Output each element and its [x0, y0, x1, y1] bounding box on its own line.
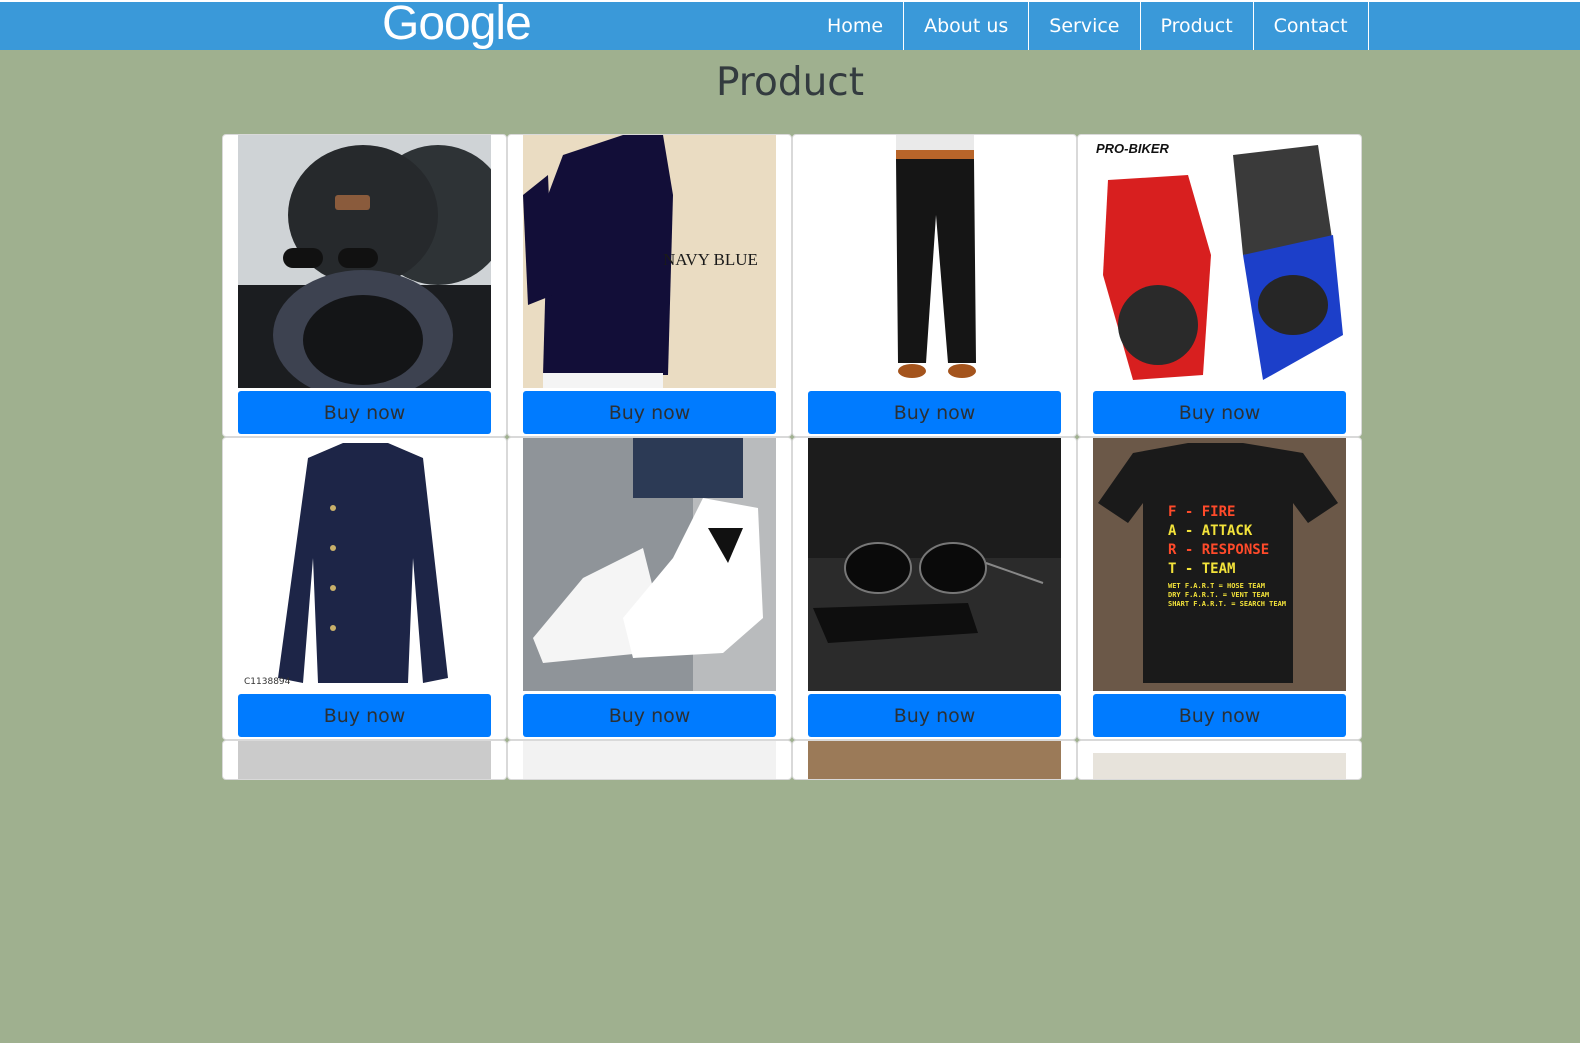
product-image-tshirt[interactable]: F - FIRE A - ATTACK R - RESPONSE T - TEAM WE… — [1093, 438, 1346, 691]
kurta-image-text: NAVY BLUE — [663, 250, 758, 269]
product-card: C1138894 Buy now — [222, 437, 507, 740]
product-image[interactable] — [238, 741, 491, 779]
product-image-sunglasses[interactable] — [808, 438, 1061, 691]
main-nav: Home About us Service Product Contact — [807, 2, 1369, 50]
buy-now-button[interactable]: Buy now — [238, 391, 491, 434]
product-image-sneakers[interactable] — [523, 438, 776, 691]
tshirt-text-line: DRY F.A.R.T. = VENT TEAM — [1168, 591, 1269, 599]
nav-service[interactable]: Service — [1028, 2, 1139, 50]
gloves-brand-text: PRO-BIKER — [1096, 141, 1170, 156]
page-title: Product — [715, 60, 865, 105]
tshirt-text-line: A - ATTACK — [1168, 523, 1253, 539]
product-image[interactable] — [523, 741, 776, 779]
nav-contact[interactable]: Contact — [1252, 2, 1368, 50]
product-card — [222, 740, 507, 780]
brand-logo[interactable]: Google — [382, 0, 532, 52]
buy-now-button[interactable]: Buy now — [238, 694, 491, 737]
nav-about-us[interactable]: About us — [903, 2, 1028, 50]
product-card — [507, 740, 792, 780]
tshirt-text-line: SHART F.A.R.T. = SEARCH TEAM — [1168, 600, 1286, 608]
product-card: F - FIRE A - ATTACK R - RESPONSE T - TEAM WE… — [1077, 437, 1362, 740]
tshirt-text-line: WET F.A.R.T = HOSE TEAM — [1168, 582, 1265, 590]
tshirt-text-line: F - FIRE — [1168, 504, 1235, 520]
nav-home[interactable]: Home — [807, 2, 903, 50]
buy-now-button[interactable]: Buy now — [1093, 694, 1346, 737]
product-card: Buy now — [792, 437, 1077, 740]
product-card — [1077, 740, 1362, 780]
shirt-image-text: C1138894 — [244, 677, 291, 687]
product-card — [792, 740, 1077, 780]
product-image-trousers[interactable] — [808, 135, 1061, 388]
tshirt-text-line: T - TEAM — [1168, 561, 1235, 577]
nav-product[interactable]: Product — [1139, 2, 1253, 50]
product-card: Buy now — [792, 134, 1077, 437]
top-navbar: Google Home About us Service Product Con… — [0, 0, 1580, 50]
tshirt-text-line: R - RESPONSE — [1168, 542, 1269, 558]
product-grid: Buy now NAVY BLUE Buy now Buy now PRO-BI… — [222, 134, 1362, 1043]
buy-now-button[interactable]: Buy now — [808, 391, 1061, 434]
buy-now-button[interactable]: Buy now — [523, 391, 776, 434]
product-image-shirt[interactable]: C1138894 — [238, 438, 491, 691]
product-image-gloves[interactable]: PRO-BIKER — [1093, 135, 1346, 388]
product-card: NAVY BLUE Buy now — [507, 134, 792, 437]
buy-now-button[interactable]: Buy now — [523, 694, 776, 737]
buy-now-button[interactable]: Buy now — [808, 694, 1061, 737]
buy-now-button[interactable]: Buy now — [1093, 391, 1346, 434]
product-card: Buy now — [507, 437, 792, 740]
product-image-kurta[interactable]: NAVY BLUE — [523, 135, 776, 388]
product-card: PRO-BIKER Buy now — [1077, 134, 1362, 437]
product-image[interactable] — [808, 741, 1061, 779]
product-image-beanie[interactable] — [238, 135, 491, 388]
product-card: Buy now — [222, 134, 507, 437]
